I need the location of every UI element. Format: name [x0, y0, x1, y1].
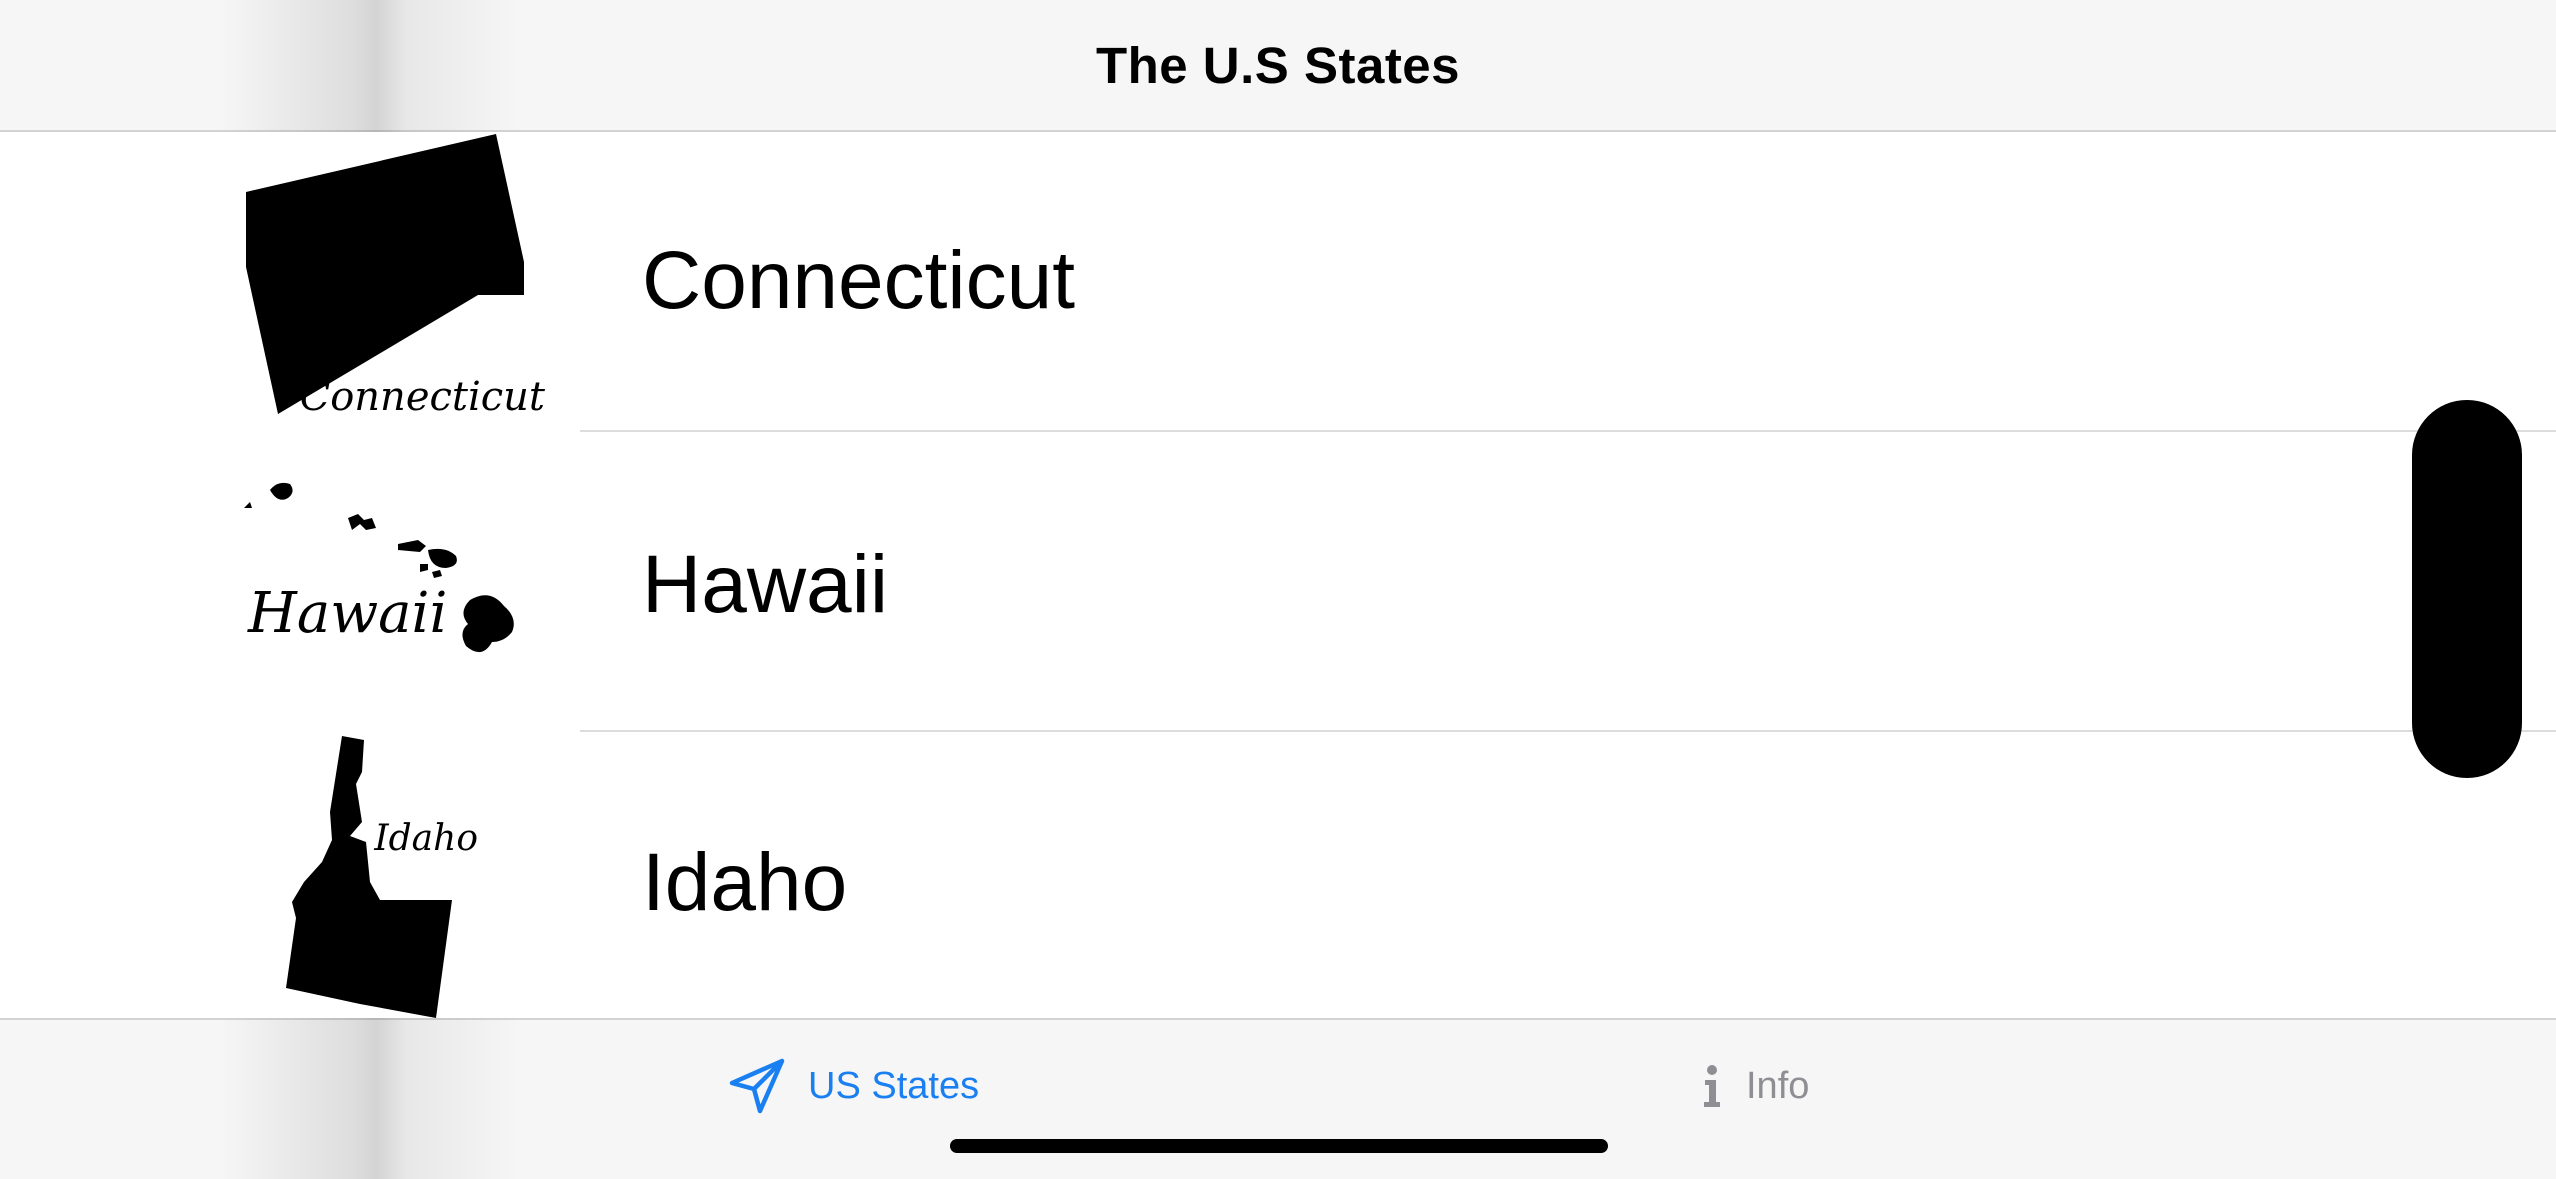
- list-item-label: Hawaii: [642, 539, 889, 630]
- list-item-label: Idaho: [642, 837, 848, 928]
- list-item-label: Connecticut: [642, 235, 1076, 326]
- connecticut-map-icon: Connecticut: [246, 134, 546, 420]
- info-icon: [1704, 1065, 1720, 1107]
- home-indicator[interactable]: [950, 1139, 1608, 1153]
- paper-plane-icon: [729, 1058, 785, 1114]
- tab-info[interactable]: Info: [1700, 1046, 1809, 1126]
- list-item-idaho[interactable]: Idaho Idaho: [0, 732, 2556, 1018]
- states-list[interactable]: Connecticut Connecticut Hawaii Hawaii Id…: [0, 132, 2556, 1018]
- hawaii-map-caption: Hawaii: [247, 581, 447, 646]
- tab-label: Info: [1746, 1064, 1810, 1107]
- list-item-connecticut[interactable]: Connecticut Connecticut: [0, 132, 2556, 432]
- page-title: The U.S States: [1095, 36, 1461, 94]
- idaho-map-icon: Idaho: [286, 736, 478, 1018]
- app-screen: The U.S States Connecticut Connecticut H…: [0, 0, 2556, 1179]
- tab-label: US States: [808, 1064, 980, 1107]
- tab-us-states[interactable]: US States: [728, 1046, 979, 1126]
- tab-bar: US States Info: [0, 1018, 2556, 1179]
- idaho-map-caption: Idaho: [373, 818, 478, 859]
- scroll-indicator[interactable]: [2412, 400, 2522, 778]
- connecticut-map-caption: Connecticut: [300, 374, 546, 420]
- navigation-bar: The U.S States: [0, 0, 2556, 132]
- hawaii-map-icon: Hawaii: [244, 482, 514, 653]
- list-item-hawaii[interactable]: Hawaii Hawaii: [0, 432, 2556, 732]
